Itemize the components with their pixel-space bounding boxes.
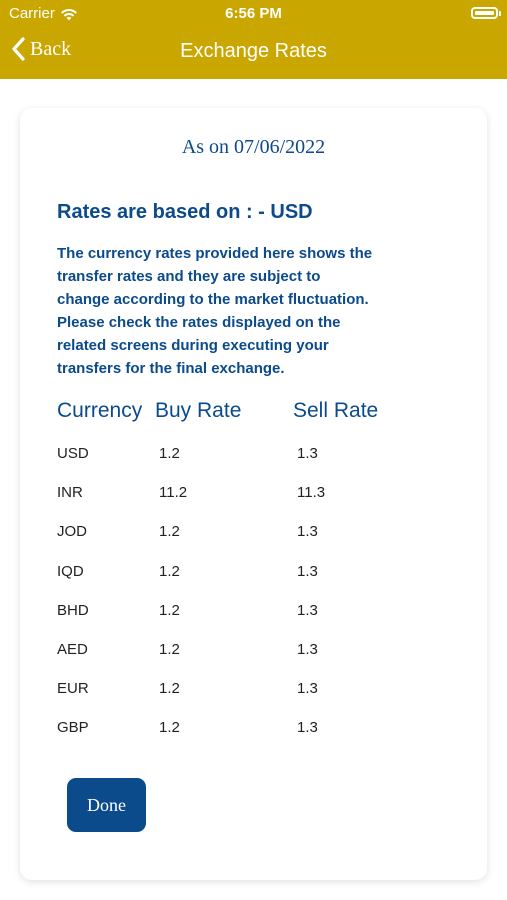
sell-rate-cell: 1.3 <box>297 640 318 658</box>
buy-rate-cell: 1.2 <box>159 523 180 541</box>
header-currency: Currency <box>57 399 143 422</box>
rates-table: USD 1.2 1.3 INR 11.2 11.3 JOD 1.2 1.3 IQ… <box>57 445 457 759</box>
buy-rate-cell: 1.2 <box>159 680 180 698</box>
buy-rate-cell: 1.2 <box>159 562 180 580</box>
sell-rate-cell: 11.3 <box>297 484 326 502</box>
rates-based-on: Rates are based on : - USD <box>57 201 313 223</box>
exchange-rates-card: As on 07/06/2022 Rates are based on : - … <box>20 108 487 880</box>
buy-rate-cell: 11.2 <box>159 484 188 502</box>
currency-cell: INR <box>57 484 83 502</box>
rates-description: The currency rates provided here shows t… <box>57 245 373 377</box>
table-row: GBP 1.2 1.3 <box>57 719 457 758</box>
navigation-bar: Back Exchange Rates <box>0 34 507 70</box>
buy-rate-cell: 1.2 <box>159 601 180 619</box>
status-time: 6:56 PM <box>225 5 282 22</box>
table-row: JOD 1.2 1.3 <box>57 523 457 562</box>
sell-rate-cell: 1.3 <box>297 680 318 698</box>
currency-cell: EUR <box>57 680 89 698</box>
page-title: Exchange Rates <box>180 40 327 62</box>
table-header: Currency Buy Rate Sell Rate <box>57 399 457 427</box>
currency-cell: AED <box>57 640 88 658</box>
currency-cell: USD <box>57 445 89 462</box>
header-buy-rate: Buy Rate <box>155 399 242 422</box>
top-bar: Carrier 6:56 PM Back Exchange Rates <box>0 0 507 79</box>
sell-rate-cell: 1.3 <box>297 562 318 580</box>
currency-cell: JOD <box>57 523 87 541</box>
status-bar: Carrier 6:56 PM <box>0 4 507 24</box>
buy-rate-cell: 1.2 <box>159 640 180 658</box>
sell-rate-cell: 1.3 <box>297 445 318 462</box>
sell-rate-cell: 1.3 <box>297 523 318 541</box>
buy-rate-cell: 1.2 <box>159 719 180 737</box>
table-row: IQD 1.2 1.3 <box>57 563 457 602</box>
done-button[interactable]: Done <box>67 778 146 832</box>
currency-cell: GBP <box>57 719 89 737</box>
sell-rate-cell: 1.3 <box>297 719 318 737</box>
buy-rate-cell: 1.2 <box>159 445 180 462</box>
table-row: INR 11.2 11.3 <box>57 484 457 523</box>
header-sell-rate: Sell Rate <box>293 399 379 422</box>
table-row: BHD 1.2 1.3 <box>57 602 457 641</box>
currency-cell: IQD <box>57 562 84 580</box>
battery-icon <box>471 7 501 19</box>
table-row: AED 1.2 1.3 <box>57 641 457 680</box>
sell-rate-cell: 1.3 <box>297 601 318 619</box>
as-on-date: As on 07/06/2022 <box>181 136 326 158</box>
table-row: USD 1.2 1.3 <box>57 445 457 484</box>
table-row: EUR 1.2 1.3 <box>57 680 457 719</box>
currency-cell: BHD <box>57 601 89 619</box>
